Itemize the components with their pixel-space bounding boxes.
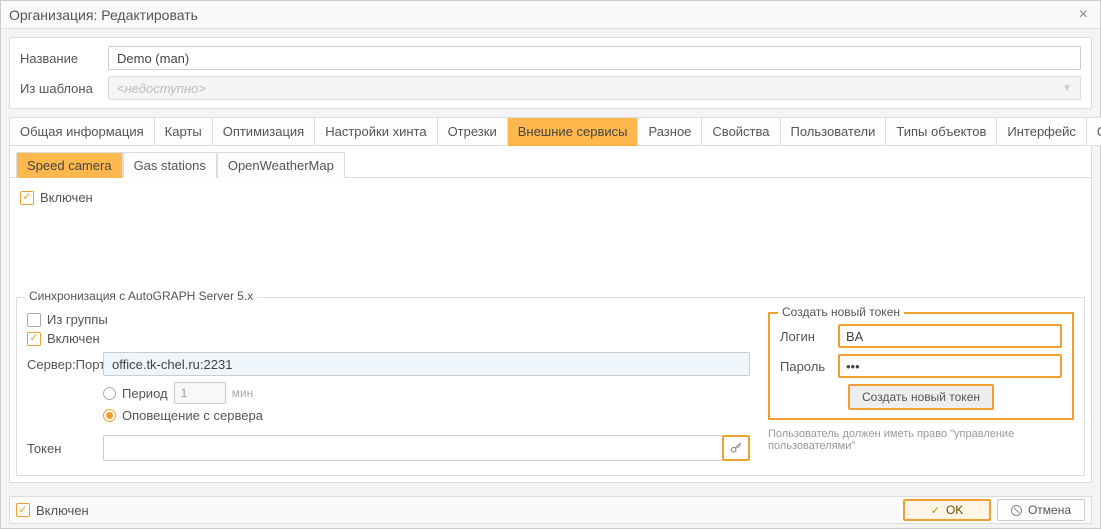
- speedcamera-enabled-checkbox[interactable]: [20, 191, 34, 205]
- title-bar: Организация: Редактировать ×: [1, 1, 1100, 29]
- tab-1[interactable]: Карты: [155, 117, 213, 146]
- sync-enabled-checkbox[interactable]: [27, 332, 41, 346]
- sync-fieldset: Синхронизация c AutoGRAPH Server 5.x Из …: [16, 297, 1085, 476]
- period-label: Период: [122, 386, 168, 401]
- period-radio[interactable]: [103, 387, 116, 400]
- tab-7[interactable]: Свойства: [702, 117, 780, 146]
- from-group-checkbox[interactable]: [27, 313, 41, 327]
- notify-radio[interactable]: [103, 409, 116, 422]
- new-token-legend: Создать новый токен: [778, 305, 904, 319]
- tab-0[interactable]: Общая информация: [10, 117, 155, 146]
- subtab-1[interactable]: Gas stations: [123, 152, 217, 178]
- sync-right: Создать новый токен Логин Пароль Создать…: [768, 308, 1074, 467]
- login-label: Логин: [780, 329, 830, 344]
- password-input[interactable]: [838, 354, 1062, 378]
- cancel-icon: [1011, 505, 1022, 516]
- token-label: Токен: [27, 441, 99, 456]
- notify-label: Оповещение с сервера: [122, 408, 263, 423]
- create-token-button[interactable]: Создать новый токен: [848, 384, 994, 410]
- speedcamera-panel: Включен: [10, 178, 1091, 217]
- template-select: <недоступно> ▼: [108, 76, 1081, 100]
- period-input[interactable]: [174, 382, 226, 404]
- name-label: Название: [20, 51, 108, 66]
- from-group-label: Из группы: [47, 312, 108, 327]
- tab-3[interactable]: Настройки хинта: [315, 117, 437, 146]
- tab-8[interactable]: Пользователи: [781, 117, 887, 146]
- close-icon[interactable]: ×: [1075, 6, 1092, 24]
- tab-4[interactable]: Отрезки: [438, 117, 508, 146]
- check-icon: [931, 503, 940, 517]
- tab-content: Speed cameraGas stationsOpenWeatherMap В…: [9, 146, 1092, 483]
- footer: Включен OK Отмена: [9, 496, 1092, 524]
- sync-enabled-label: Включен: [47, 331, 100, 346]
- top-form: Название Из шаблона <недоступно> ▼: [9, 37, 1092, 109]
- sync-legend: Синхронизация c AutoGRAPH Server 5.x: [25, 289, 257, 303]
- subtab-0[interactable]: Speed camera: [16, 152, 123, 178]
- server-label: Сервер:Порт: [27, 357, 99, 372]
- name-input[interactable]: [108, 46, 1081, 70]
- dialog-window: Организация: Редактировать × Название Из…: [0, 0, 1101, 529]
- main-tabs: Общая информацияКартыОптимизацияНастройк…: [9, 117, 1092, 146]
- sync-left: Из группы Включен Сервер:Порт Период: [27, 308, 750, 467]
- token-hint: Пользователь должен иметь право "управле…: [768, 428, 1074, 452]
- chevron-down-icon: ▼: [1062, 83, 1072, 94]
- tab-11[interactable]: Счётчики пробега и моточасов: [1087, 117, 1101, 146]
- tab-9[interactable]: Типы объектов: [886, 117, 997, 146]
- new-token-fieldset: Создать новый токен Логин Пароль Создать…: [768, 312, 1074, 420]
- ok-button[interactable]: OK: [903, 499, 991, 521]
- login-input[interactable]: [838, 324, 1062, 348]
- footer-enabled-checkbox[interactable]: [16, 503, 30, 517]
- window-title: Организация: Редактировать: [9, 7, 198, 23]
- tab-6[interactable]: Разное: [638, 117, 702, 146]
- token-key-button[interactable]: [722, 435, 750, 461]
- template-placeholder: <недоступно>: [117, 81, 206, 96]
- period-unit: мин: [232, 386, 254, 400]
- server-input[interactable]: [103, 352, 750, 376]
- cancel-button[interactable]: Отмена: [997, 499, 1085, 521]
- footer-enabled-label: Включен: [36, 503, 89, 518]
- template-label: Из шаблона: [20, 81, 108, 96]
- tab-10[interactable]: Интерфейс: [997, 117, 1086, 146]
- sub-tabs: Speed cameraGas stationsOpenWeatherMap: [10, 146, 1091, 178]
- tab-5[interactable]: Внешние сервисы: [508, 117, 639, 146]
- password-label: Пароль: [780, 359, 830, 374]
- tab-2[interactable]: Оптимизация: [213, 117, 316, 146]
- token-input[interactable]: [103, 435, 722, 461]
- speedcamera-enabled-label: Включен: [40, 190, 93, 205]
- ok-label: OK: [946, 503, 963, 517]
- subtab-2[interactable]: OpenWeatherMap: [217, 152, 345, 178]
- cancel-label: Отмена: [1028, 503, 1071, 517]
